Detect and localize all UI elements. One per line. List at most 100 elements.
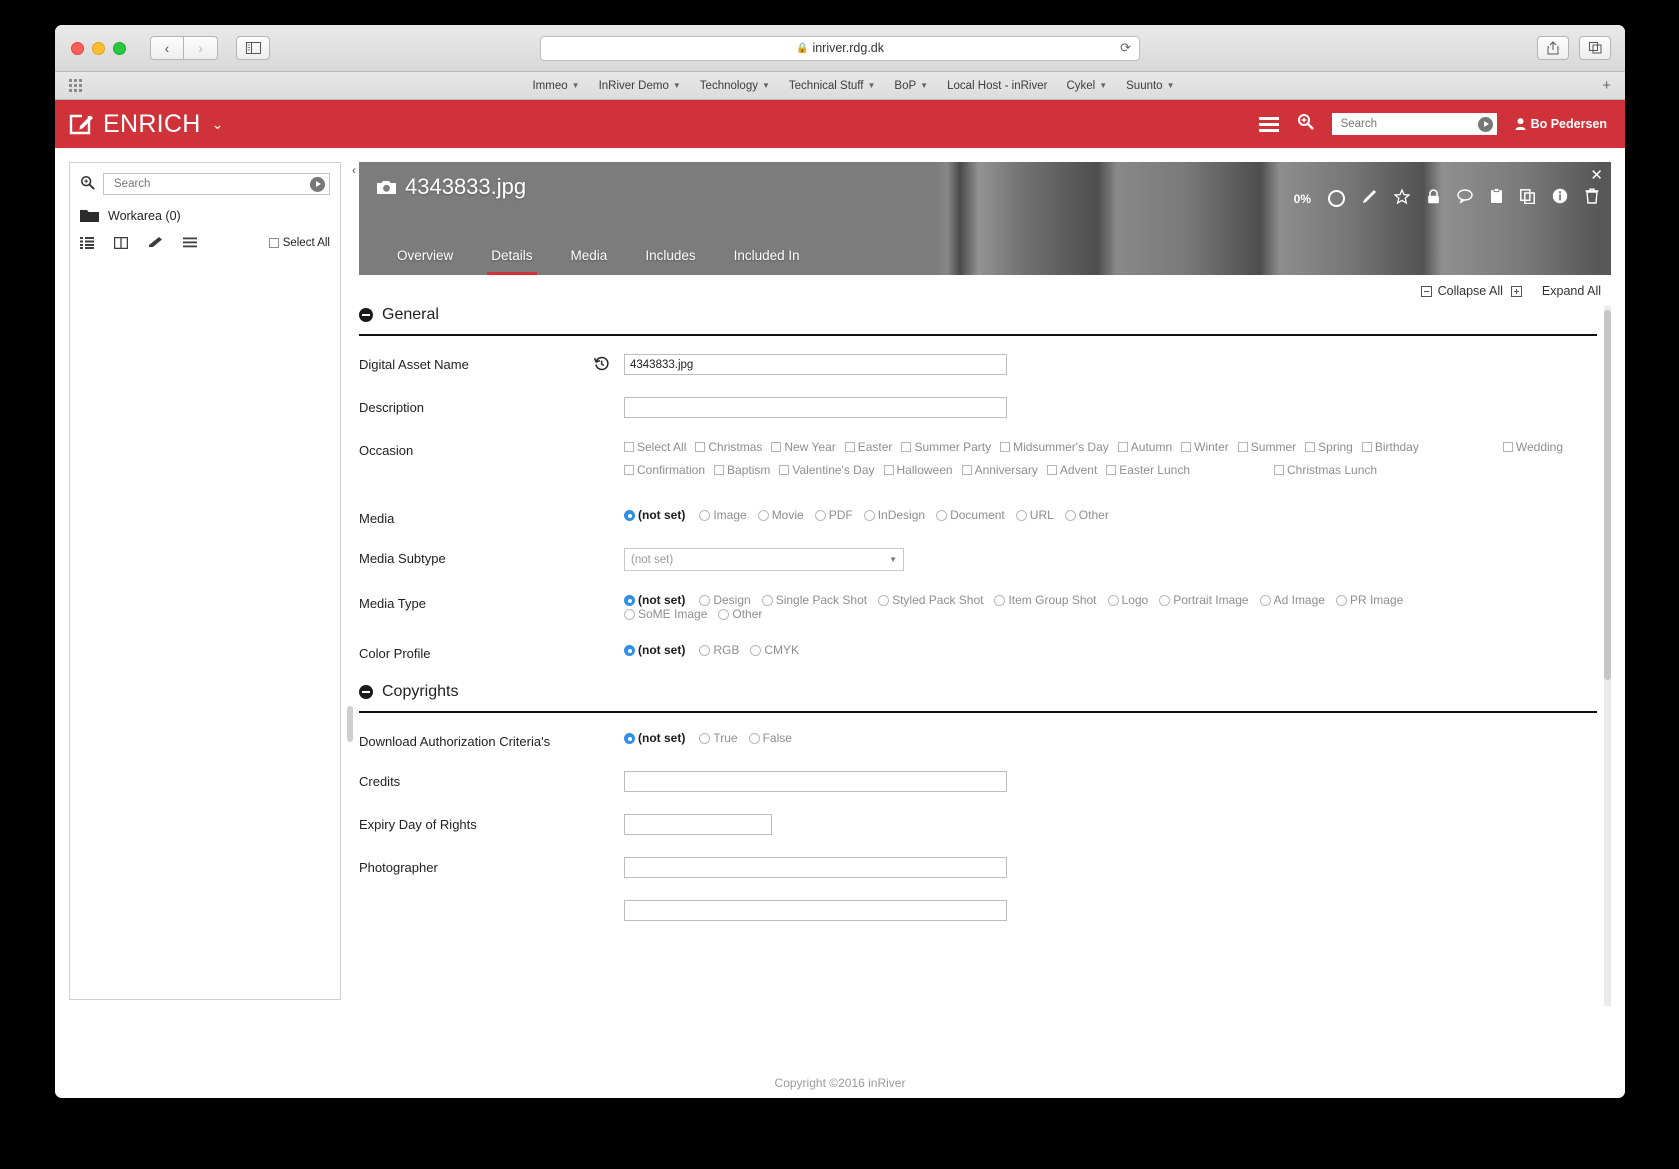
close-window-button[interactable] xyxy=(71,41,84,55)
radio[interactable] xyxy=(936,509,948,521)
occasion-option[interactable]: Confirmation xyxy=(624,463,705,477)
bookmark-item[interactable]: Suunto ▼ xyxy=(1126,80,1174,92)
media-option[interactable]: (not set) xyxy=(624,508,685,522)
extra-input[interactable] xyxy=(624,900,1007,921)
select-all-checkbox[interactable] xyxy=(268,238,279,248)
chevron-down-icon[interactable]: ⌄ xyxy=(212,116,224,133)
radio[interactable] xyxy=(1259,594,1271,606)
app-search-box[interactable] xyxy=(1331,113,1497,135)
radio[interactable] xyxy=(757,509,769,521)
checkbox[interactable] xyxy=(844,442,855,452)
checkbox[interactable] xyxy=(1361,442,1372,452)
checkbox[interactable] xyxy=(1106,465,1117,475)
radio[interactable] xyxy=(1159,594,1171,606)
occasion-option[interactable]: Easter Lunch xyxy=(1106,463,1190,477)
checkbox[interactable] xyxy=(1181,442,1192,452)
expand-all-button[interactable]: Expand All xyxy=(1510,284,1601,298)
checkbox[interactable] xyxy=(1117,442,1128,452)
reload-icon[interactable]: ⟳ xyxy=(1120,40,1131,56)
download-auth-option[interactable]: (not set) xyxy=(624,731,685,745)
lock-icon[interactable] xyxy=(1427,188,1440,209)
occasion-option[interactable]: Easter xyxy=(844,440,892,454)
copy-icon[interactable] xyxy=(1520,188,1535,209)
media-option[interactable]: Image xyxy=(699,508,747,522)
occasion-option[interactable]: Advent xyxy=(1046,463,1097,477)
form-scrollbar-thumb[interactable] xyxy=(1604,310,1611,680)
occasion-option[interactable]: Spring xyxy=(1305,440,1353,454)
bookmark-item[interactable]: Cykel ▼ xyxy=(1066,80,1107,92)
hamburger-menu-icon[interactable] xyxy=(1258,116,1279,132)
play-circle-icon[interactable] xyxy=(1477,116,1493,132)
radio[interactable] xyxy=(814,509,826,521)
history-revert-icon[interactable] xyxy=(593,354,624,374)
download-auth-option[interactable]: False xyxy=(748,731,792,745)
bookmark-item[interactable]: Technology ▼ xyxy=(700,80,770,92)
bookmark-item[interactable]: InRiver Demo ▼ xyxy=(599,80,681,92)
checkbox[interactable] xyxy=(1502,442,1513,452)
occasion-option[interactable]: Wedding xyxy=(1502,440,1563,454)
occasion-option[interactable]: Summer xyxy=(1237,440,1296,454)
media-type-option[interactable]: Portrait Image xyxy=(1159,593,1249,607)
download-auth-option[interactable]: True xyxy=(699,731,738,745)
brand-logo[interactable]: ENRICH ⌄ xyxy=(69,110,223,139)
media-type-option[interactable]: Single Pack Shot xyxy=(761,593,867,607)
media-type-option[interactable]: Design xyxy=(699,593,751,607)
radio[interactable] xyxy=(994,594,1006,606)
checkbox[interactable] xyxy=(695,442,706,452)
color-profile-option[interactable]: RGB xyxy=(699,643,739,657)
address-bar[interactable]: 🔒 inriver.rdg.dk ⟳ xyxy=(540,35,1140,61)
occasion-option[interactable]: Autumn xyxy=(1117,440,1172,454)
media-type-option[interactable]: PR Image xyxy=(1335,593,1403,607)
info-icon[interactable] xyxy=(1552,188,1568,209)
occasion-option[interactable]: Summer Party xyxy=(901,440,991,454)
section-header-copyrights[interactable]: Copyrights xyxy=(359,683,1597,711)
media-type-option[interactable]: Styled Pack Shot xyxy=(878,593,983,607)
radio[interactable] xyxy=(624,509,635,521)
tab-media[interactable]: Media xyxy=(567,242,612,275)
show-tabs-button[interactable] xyxy=(1579,36,1611,60)
occasion-option[interactable]: Midsummer's Day xyxy=(1000,440,1109,454)
columns-view-icon[interactable] xyxy=(114,237,128,249)
checkbox[interactable] xyxy=(779,465,790,475)
form-scroll-area[interactable]: General Digital Asset Name 4343833.jpg D… xyxy=(359,306,1611,1006)
radio[interactable] xyxy=(699,732,711,744)
bookmark-item[interactable]: Technical Stuff ▼ xyxy=(789,80,876,92)
checkbox[interactable] xyxy=(1237,442,1248,452)
expiry-input[interactable] xyxy=(624,814,772,835)
tab-included-in[interactable]: Included In xyxy=(730,242,804,275)
media-type-option[interactable]: (not set) xyxy=(624,593,685,607)
media-option[interactable]: PDF xyxy=(814,508,853,522)
pencil-icon[interactable] xyxy=(1362,189,1377,209)
media-type-option[interactable]: Ad Image xyxy=(1259,593,1325,607)
minus-circle-icon[interactable] xyxy=(359,308,373,322)
radio[interactable] xyxy=(750,644,762,656)
collapse-all-button[interactable]: Collapse All xyxy=(1420,284,1503,298)
color-profile-option[interactable]: (not set) xyxy=(624,643,685,657)
section-header-general[interactable]: General xyxy=(359,306,1597,334)
tab-details[interactable]: Details xyxy=(487,242,537,275)
close-icon[interactable]: ✕ xyxy=(1590,166,1603,184)
trash-icon[interactable] xyxy=(1585,188,1599,209)
checkbox[interactable] xyxy=(901,442,912,452)
radio[interactable] xyxy=(699,594,711,606)
media-type-option[interactable]: SoME Image xyxy=(624,607,707,621)
select-all-control[interactable]: Select All xyxy=(268,237,330,249)
checkbox[interactable] xyxy=(1000,442,1011,452)
checkbox[interactable] xyxy=(624,442,634,452)
navigation-buttons[interactable]: ‹ › xyxy=(150,36,218,60)
occasion-option[interactable]: Valentine's Day xyxy=(779,463,875,477)
radio[interactable] xyxy=(863,509,875,521)
bookmark-item[interactable]: Local Host - inRiver xyxy=(947,80,1047,92)
panel-search-input[interactable] xyxy=(112,177,272,191)
radio[interactable] xyxy=(624,608,635,620)
media-type-option[interactable]: Item Group Shot xyxy=(994,593,1097,607)
radio[interactable] xyxy=(1107,594,1119,606)
window-controls[interactable] xyxy=(71,41,126,55)
checkbox[interactable] xyxy=(624,465,634,475)
media-type-option[interactable]: Other xyxy=(718,607,762,621)
star-icon[interactable] xyxy=(1393,187,1411,209)
list-view-icon[interactable] xyxy=(80,237,94,249)
share-button[interactable] xyxy=(1537,36,1569,60)
apps-grid-icon[interactable] xyxy=(69,79,82,92)
sidebar-toggle-button[interactable] xyxy=(236,36,270,60)
